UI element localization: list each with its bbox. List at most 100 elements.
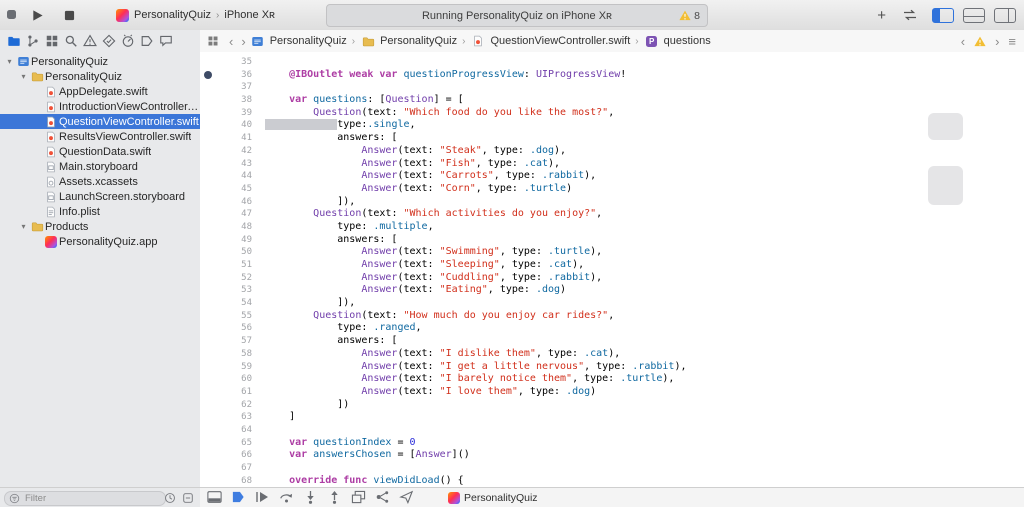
disclosure-triangle-icon[interactable]: ▾ (18, 222, 29, 231)
sidebar-item-questiondata-swift[interactable]: QuestionData.swift (0, 144, 200, 159)
code-line[interactable]: 61 Answer(text: "I love them", type: .do… (200, 386, 1024, 399)
line-number[interactable]: 58 (200, 348, 259, 361)
code-line[interactable]: 57 answers: [ (200, 335, 1024, 348)
previous-issue-button[interactable]: ‹ (961, 34, 965, 49)
sidebar-item-appdelegate-swift[interactable]: AppDelegate.swift (0, 84, 200, 99)
sidebar-item-products[interactable]: ▾ Products (0, 219, 200, 234)
code-line[interactable]: 67 (200, 462, 1024, 475)
line-number[interactable]: 39 (200, 107, 259, 120)
line-number[interactable]: 57 (200, 335, 259, 348)
sidebar-item-assets-xcassets[interactable]: Assets.xcassets (0, 174, 200, 189)
code-line[interactable]: 38 var questions: [Question] = [ (200, 94, 1024, 107)
code-line[interactable]: 54 ]), (200, 297, 1024, 310)
code-text[interactable]: Question(text: "Which food do you like t… (259, 107, 614, 120)
code-text[interactable]: var questionIndex = 0 (259, 437, 415, 450)
menu-icon[interactable]: ≡ (1008, 34, 1016, 49)
code-line[interactable]: 59 Answer(text: "I get a little nervous"… (200, 361, 1024, 374)
source-control-navigator-icon[interactable] (25, 34, 40, 49)
code-text[interactable]: answers: [ (259, 335, 397, 348)
line-number[interactable]: 50 (200, 246, 259, 259)
code-text[interactable]: Answer(text: "Cuddling", type: .rabbit), (259, 272, 602, 285)
report-navigator-icon[interactable] (158, 34, 173, 49)
code-line[interactable]: 46 ]), (200, 196, 1024, 209)
line-number[interactable]: 47 (200, 208, 259, 221)
code-line[interactable]: 39 Question(text: "Which food do you lik… (200, 107, 1024, 120)
forward-button[interactable]: › (241, 35, 245, 48)
sidebar-item-personalityquiz[interactable]: ▾ PersonalityQuiz (0, 69, 200, 84)
filter-input[interactable] (23, 492, 161, 505)
code-text[interactable]: Answer(text: "I get a little nervous", t… (259, 361, 686, 374)
editor-arrows-icon[interactable] (902, 8, 918, 22)
code-line[interactable]: 64 (200, 424, 1024, 437)
line-number[interactable]: 56 (200, 322, 259, 335)
code-line[interactable]: 53 Answer(text: "Eating", type: .dog) (200, 284, 1024, 297)
breadcrumb-item-questions[interactable]: Pquestions (644, 35, 711, 47)
code-line[interactable]: 35 (200, 56, 1024, 69)
code-line[interactable]: 37 (200, 81, 1024, 94)
add-editor-button[interactable]: + (875, 8, 888, 23)
line-number[interactable]: 63 (200, 411, 259, 424)
toggle-debug-area-button[interactable] (963, 7, 985, 23)
step-into-icon[interactable] (302, 490, 318, 505)
code-text[interactable]: ] (259, 411, 295, 424)
sidebar-item-introductionviewcontroller-swift[interactable]: IntroductionViewController.swift (0, 99, 200, 114)
sidebar-item-personalityquiz-app[interactable]: PersonalityQuiz.app (0, 234, 200, 249)
code-line[interactable]: 43 Answer(text: "Fish", type: .cat), (200, 158, 1024, 171)
code-text[interactable]: Answer(text: "Sleeping", type: .cat), (259, 259, 584, 272)
line-number[interactable]: 65 (200, 437, 259, 450)
code-text[interactable]: Answer(text: "I love them", type: .dog) (259, 386, 596, 399)
code-text[interactable]: type: .ranged, (259, 322, 421, 335)
code-line[interactable]: 40 type:.single, (200, 119, 1024, 132)
breakpoints-toggle-icon[interactable] (230, 490, 246, 505)
code-text[interactable]: var questions: [Question] = [ (259, 94, 464, 107)
breadcrumb-item-personalityquiz[interactable]: PersonalityQuiz (360, 35, 457, 48)
disclosure-triangle-icon[interactable]: ▾ (4, 57, 15, 66)
code-text[interactable]: Answer(text: "Carrots", type: .rabbit), (259, 170, 596, 183)
code-text[interactable]: var answersChosen = [Answer]() (259, 449, 470, 462)
warning-badge[interactable]: 8 (679, 5, 700, 26)
code-line[interactable]: 63 ] (200, 411, 1024, 424)
stop-button[interactable] (60, 7, 78, 23)
code-line[interactable]: 66 var answersChosen = [Answer]() (200, 449, 1024, 462)
code-line[interactable]: 58 Answer(text: "I dislike them", type: … (200, 348, 1024, 361)
line-number[interactable]: 40 (200, 119, 259, 132)
line-number[interactable]: 68 (200, 475, 259, 488)
stack-frame-selector[interactable]: PersonalityQuiz (448, 488, 538, 507)
code-text[interactable]: ]), (259, 196, 355, 209)
code-text[interactable]: ]), (259, 297, 355, 310)
sidebar-item-questionviewcontroller-swift[interactable]: QuestionViewController.swift (0, 114, 200, 129)
code-line[interactable]: 65 var questionIndex = 0 (200, 437, 1024, 450)
code-text[interactable]: Answer(text: "Corn", type: .turtle) (259, 183, 572, 196)
window-control-icon[interactable] (7, 10, 16, 19)
view-hierarchy-icon[interactable] (350, 490, 366, 505)
symbol-navigator-icon[interactable] (44, 34, 59, 49)
code-line[interactable]: 45 Answer(text: "Corn", type: .turtle) (200, 183, 1024, 196)
line-number[interactable]: 35 (200, 56, 259, 69)
code-line[interactable]: 47 Question(text: "Which activities do y… (200, 208, 1024, 221)
code-line[interactable]: 44 Answer(text: "Carrots", type: .rabbit… (200, 170, 1024, 183)
code-text[interactable]: Question(text: "How much do you enjoy ca… (259, 310, 614, 323)
code-text[interactable] (259, 56, 265, 69)
code-text[interactable] (259, 424, 265, 437)
code-text[interactable]: ]) (259, 399, 349, 412)
source-editor[interactable]: 35 36 @IBOutlet weak var questionProgress… (200, 52, 1024, 488)
code-line[interactable]: 42 Answer(text: "Steak", type: .dog), (200, 145, 1024, 158)
hide-debug-area-icon[interactable] (206, 490, 222, 505)
code-line[interactable]: 49 answers: [ (200, 234, 1024, 247)
code-text[interactable] (259, 462, 265, 475)
line-number[interactable]: 36 (200, 69, 259, 82)
code-line[interactable]: 48 type: .multiple, (200, 221, 1024, 234)
run-button[interactable] (28, 7, 46, 23)
line-number[interactable]: 38 (200, 94, 259, 107)
code-text[interactable]: answers: [ (259, 234, 397, 247)
warning-icon[interactable] (974, 36, 986, 47)
line-number[interactable]: 55 (200, 310, 259, 323)
line-number[interactable]: 66 (200, 449, 259, 462)
source-control-status-icon[interactable] (181, 491, 194, 504)
code-text[interactable]: Answer(text: "Eating", type: .dog) (259, 284, 566, 297)
scheme-selector[interactable]: PersonalityQuiz › iPhone Xʀ (116, 6, 275, 24)
issue-navigator-icon[interactable] (82, 34, 97, 49)
code-text[interactable] (259, 81, 265, 94)
line-number[interactable]: 53 (200, 284, 259, 297)
filter-field[interactable] (4, 491, 166, 506)
